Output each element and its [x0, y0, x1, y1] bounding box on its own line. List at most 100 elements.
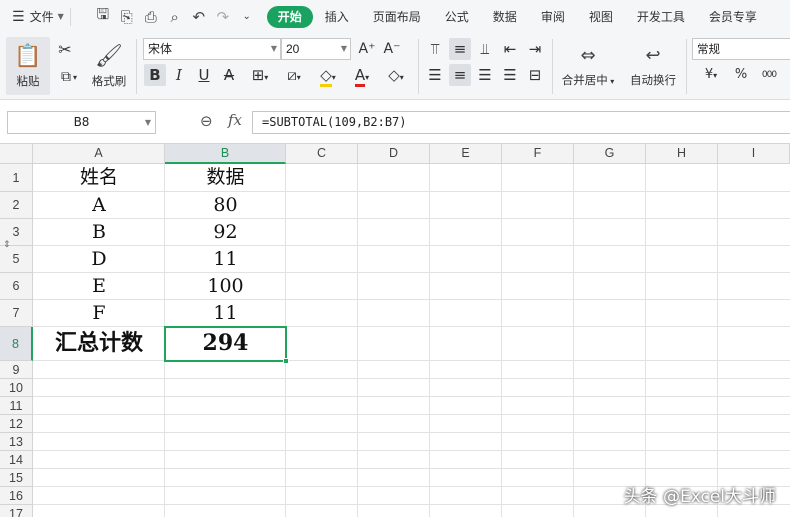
currency-button[interactable]: ¥▾	[697, 64, 725, 86]
tab-data[interactable]: 数据	[481, 6, 529, 28]
fx-icon[interactable]: fx	[228, 111, 242, 129]
strikethrough-button[interactable]: A	[218, 64, 240, 86]
tab-developer[interactable]: 开发工具	[625, 6, 697, 28]
cell-a5[interactable]: D	[33, 246, 165, 272]
percent-button[interactable]: %	[730, 64, 752, 86]
chevron-down-icon: ▼	[144, 118, 151, 127]
tab-home[interactable]: 开始	[266, 5, 313, 28]
undo-icon[interactable]: ↶	[187, 8, 211, 26]
customize-chevron-icon[interactable]: ⌄	[235, 11, 259, 22]
column-header-f[interactable]: F	[502, 144, 574, 164]
distributed-button[interactable]: ⊟	[524, 64, 546, 86]
gridline	[357, 164, 358, 517]
zoom-icon[interactable]: ⊖	[200, 112, 213, 130]
tab-formulas[interactable]: 公式	[433, 6, 481, 28]
bold-button[interactable]: B	[144, 64, 166, 86]
column-header-i[interactable]: I	[718, 144, 790, 164]
row-header-1[interactable]: 1	[0, 164, 33, 192]
formula-input[interactable]: =SUBTOTAL(109,B2:B7)	[252, 111, 790, 134]
row-header-6[interactable]: 6	[0, 273, 33, 300]
increase-font-button[interactable]: A⁺	[356, 38, 378, 60]
export-pdf-icon[interactable]: ⎘	[115, 8, 139, 26]
tab-member[interactable]: 会员专享	[697, 6, 769, 28]
cell-a7[interactable]: F	[33, 300, 165, 326]
merge-center-button[interactable]: ⇔ 合并居中 ▾	[557, 37, 619, 95]
italic-button[interactable]: I	[168, 64, 190, 86]
copy-button[interactable]: ⧉ ▾	[54, 66, 84, 88]
row-header-11[interactable]: 11	[0, 397, 33, 415]
cell-a6[interactable]: E	[33, 273, 165, 299]
file-menu-label: 文件	[29, 10, 54, 24]
row-header-9[interactable]: 9	[0, 361, 33, 379]
align-left-button[interactable]: ☰	[424, 64, 446, 86]
font-name-select[interactable]: 宋体 ▼	[143, 38, 281, 60]
cell-b7[interactable]: 11	[165, 300, 286, 326]
number-format-select[interactable]: 常规	[692, 38, 790, 60]
row-header-10[interactable]: 10	[0, 379, 33, 397]
column-header-e[interactable]: E	[430, 144, 502, 164]
print-preview-icon[interactable]: ⌕	[163, 8, 187, 26]
cell-b6[interactable]: 100	[165, 273, 286, 299]
wrap-text-button[interactable]: ↩ 自动换行	[624, 37, 682, 95]
cell-a2[interactable]: A	[33, 192, 165, 218]
column-header-g[interactable]: G	[574, 144, 646, 164]
row-header-2[interactable]: 2	[0, 192, 33, 219]
gridline	[33, 432, 790, 433]
tab-review[interactable]: 审阅	[529, 6, 577, 28]
tab-page-layout[interactable]: 页面布局	[361, 6, 433, 28]
name-box[interactable]: B8 ▼	[7, 111, 156, 134]
align-right-button[interactable]: ☰	[474, 64, 496, 86]
row-header-17[interactable]: 17	[0, 505, 33, 517]
row-header-5[interactable]: 5	[0, 246, 33, 273]
tab-insert[interactable]: 插入	[313, 6, 361, 28]
cell-a8[interactable]: 汇总计数	[33, 327, 165, 360]
row-header-16[interactable]: 16	[0, 487, 33, 505]
font-size-select[interactable]: 20 ▼	[281, 38, 351, 60]
cut-button[interactable]: ✂	[54, 38, 76, 60]
row-header-13[interactable]: 13	[0, 433, 33, 451]
fill-handle[interactable]	[283, 358, 289, 364]
align-center-button[interactable]: ≡	[449, 64, 471, 86]
row-header-12[interactable]: 12	[0, 415, 33, 433]
cell-a3[interactable]: B	[33, 219, 165, 245]
tab-view[interactable]: 视图	[577, 6, 625, 28]
cell-b3[interactable]: 92	[165, 219, 286, 245]
paintbrush-icon: 🖌	[95, 43, 123, 69]
increase-indent-button[interactable]: ⇥	[524, 38, 546, 60]
file-menu[interactable]: ☰ 文件 ▼	[12, 5, 64, 29]
column-header-b[interactable]: B	[165, 144, 286, 164]
print-icon[interactable]: ⎙	[139, 8, 163, 26]
column-header-h[interactable]: H	[646, 144, 718, 164]
cell-b5[interactable]: 11	[165, 246, 286, 272]
column-header-c[interactable]: C	[286, 144, 358, 164]
save-icon[interactable]: 🖫	[91, 4, 115, 29]
align-top-button[interactable]: ⫪	[424, 38, 446, 60]
paste-button[interactable]: 📋 粘贴	[6, 37, 50, 95]
row-header-7[interactable]: 7	[0, 300, 33, 327]
column-header-d[interactable]: D	[358, 144, 430, 164]
justify-button[interactable]: ☰	[499, 64, 521, 86]
borders-button[interactable]: ⊞▾	[245, 64, 275, 86]
redo-icon[interactable]: ↷	[211, 8, 235, 26]
align-middle-button[interactable]: ≡	[449, 38, 471, 60]
divider	[686, 39, 687, 94]
hidden-row-marker-icon[interactable]: ⇕	[3, 240, 11, 250]
row-header-14[interactable]: 14	[0, 451, 33, 469]
format-painter-button[interactable]: 🖌 格式刷	[88, 37, 130, 95]
decrease-indent-button[interactable]: ⇤	[499, 38, 521, 60]
fill-color-button[interactable]: ◇▾	[313, 64, 343, 87]
cell-a1[interactable]: 姓名	[33, 164, 165, 191]
font-color-button[interactable]: A▾	[347, 64, 377, 87]
thousands-button[interactable]: 000	[755, 64, 783, 86]
underline-button[interactable]: U	[193, 64, 215, 86]
decrease-font-button[interactable]: A⁻	[381, 38, 403, 60]
align-bottom-button[interactable]: ⫫	[474, 38, 496, 60]
clear-button[interactable]: ◇▾	[381, 64, 411, 86]
cell-style-button[interactable]: ⧄▾	[279, 64, 309, 86]
cell-b2[interactable]: 80	[165, 192, 286, 218]
row-header-8[interactable]: 8	[0, 327, 33, 361]
column-header-a[interactable]: A	[33, 144, 165, 164]
cell-b1[interactable]: 数据	[165, 164, 286, 191]
row-header-15[interactable]: 15	[0, 469, 33, 487]
select-all-corner[interactable]	[0, 144, 33, 164]
